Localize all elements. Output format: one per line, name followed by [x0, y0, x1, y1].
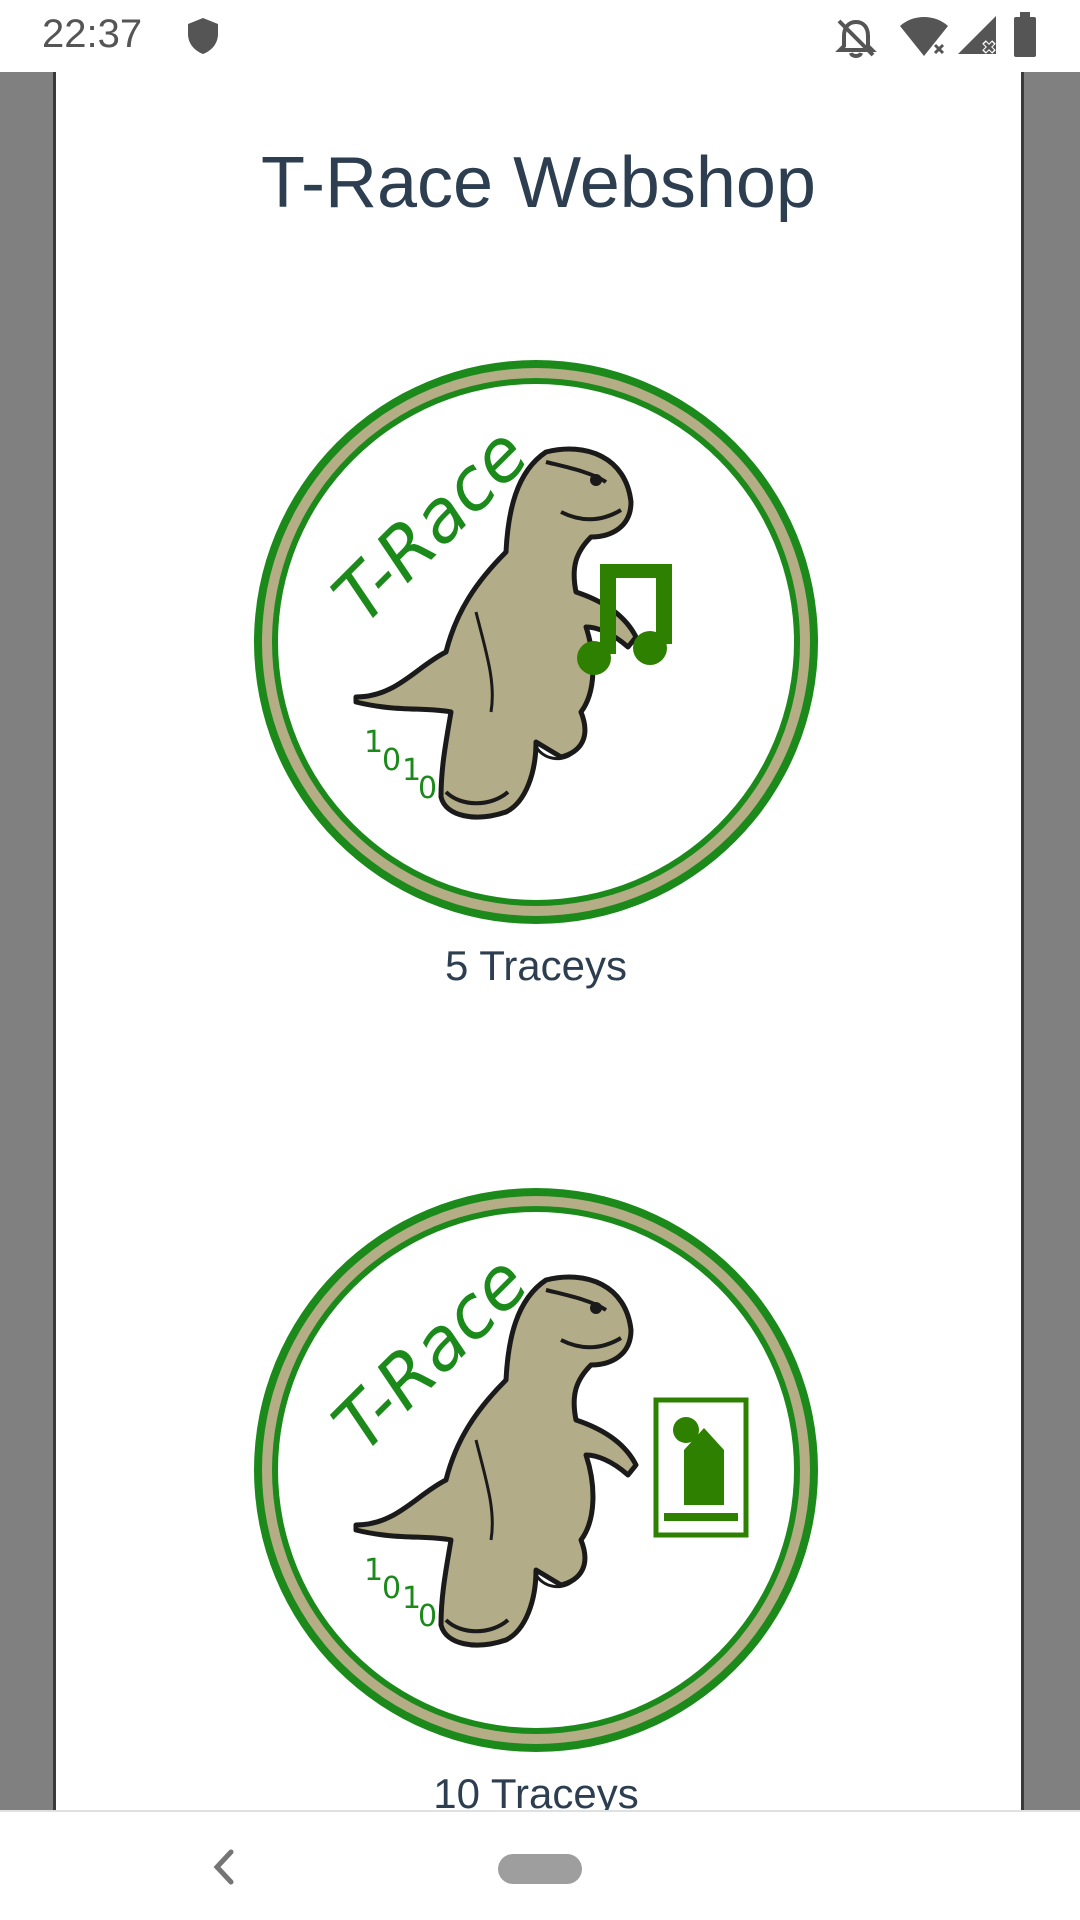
page-frame-right — [1021, 72, 1080, 1810]
status-bar: 22:37 — [0, 0, 1080, 72]
webshop-content[interactable]: T-Race Webshop T-Race 1 0 1 0 5 Traceys … — [56, 72, 1021, 1810]
signal-icon — [956, 14, 998, 63]
svg-text:0: 0 — [418, 1599, 437, 1634]
navigation-bar — [0, 1810, 1080, 1920]
back-icon[interactable] — [205, 1842, 241, 1897]
page-frame-left — [0, 72, 56, 1810]
t-race-badge-image[interactable]: T-Race 1 0 1 0 — [246, 1180, 826, 1760]
bell-off-icon — [834, 16, 878, 65]
svg-text:1: 1 — [364, 1553, 383, 1588]
svg-text:0: 0 — [382, 743, 401, 778]
status-time: 22:37 — [42, 12, 143, 56]
page-title: T-Race Webshop — [261, 143, 816, 223]
home-pill[interactable] — [498, 1854, 582, 1884]
product-card[interactable]: T-Race 1 0 1 0 — [246, 1180, 826, 1810]
svg-text:0: 0 — [418, 771, 437, 806]
svg-text:0: 0 — [382, 1571, 401, 1606]
shield-icon — [186, 16, 220, 61]
svg-text:1: 1 — [364, 725, 383, 760]
battery-icon — [1012, 12, 1038, 63]
portrait-frame-icon — [653, 1397, 749, 1538]
t-race-badge-image[interactable]: T-Race 1 0 1 0 — [246, 352, 826, 932]
product-price-label: 5 Traceys — [444, 942, 628, 989]
wifi-icon — [898, 14, 950, 63]
product-price-label: 10 Traceys — [433, 1770, 639, 1810]
product-card[interactable]: T-Race 1 0 1 0 — [246, 352, 826, 990]
